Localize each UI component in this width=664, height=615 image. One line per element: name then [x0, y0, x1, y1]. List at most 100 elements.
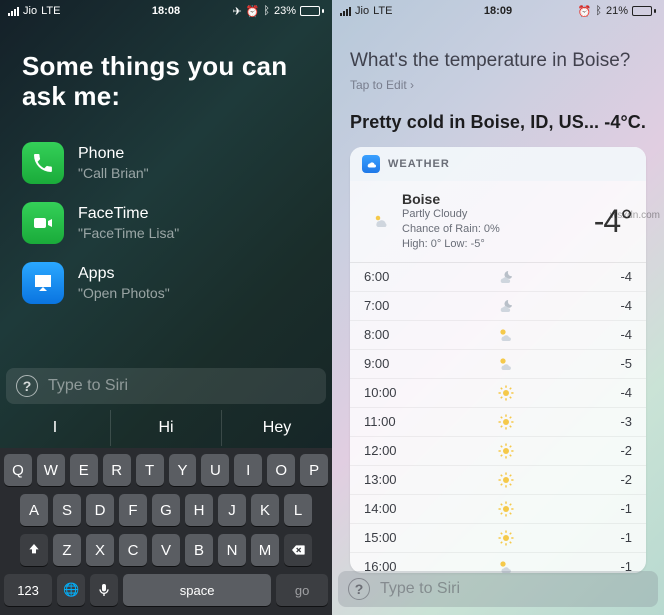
hour-row: 7:00 -4	[350, 291, 646, 320]
watermark: wsxdn.com	[610, 210, 660, 221]
mic-key[interactable]	[90, 574, 118, 606]
status-time: 18:08	[0, 5, 332, 17]
quicktype-suggestion[interactable]: Hi	[110, 410, 221, 446]
quicktype-suggestion[interactable]: Hey	[221, 410, 332, 446]
key-t[interactable]: T	[136, 454, 164, 486]
hour-time: 12:00	[364, 443, 420, 458]
key-l[interactable]: L	[284, 494, 312, 526]
key-u[interactable]: U	[201, 454, 229, 486]
key-f[interactable]: F	[119, 494, 147, 526]
hour-row: 16:00-1	[350, 552, 646, 573]
siri-text-input[interactable]	[48, 377, 316, 395]
quicktype-suggestion[interactable]: I	[0, 410, 110, 446]
hour-temp: -1	[592, 530, 632, 545]
hour-row: 10:00-4	[350, 378, 646, 407]
facetime-icon	[22, 202, 64, 244]
key-w[interactable]: W	[37, 454, 65, 486]
part-sun-icon	[420, 355, 592, 373]
cloud-moon-icon	[420, 297, 592, 315]
hour-temp: -2	[592, 472, 632, 487]
card-app-label: WEATHER	[388, 158, 450, 170]
sun-icon	[420, 529, 592, 547]
key-o[interactable]: O	[267, 454, 295, 486]
hour-temp: -1	[592, 501, 632, 516]
key-d[interactable]: D	[86, 494, 114, 526]
suggestion-item[interactable]: FaceTime "FaceTime Lisa"	[22, 202, 310, 244]
globe-key[interactable]: 🌐	[57, 574, 85, 606]
help-icon[interactable]: ?	[348, 578, 370, 600]
part-sun-icon	[420, 326, 592, 344]
sun-icon	[420, 442, 592, 460]
hour-temp: -4	[592, 269, 632, 284]
weather-app-icon	[362, 155, 380, 173]
cloud-moon-icon	[420, 268, 592, 286]
hour-row: 6:00-4	[350, 263, 646, 291]
shift-key[interactable]	[20, 534, 48, 566]
current-condition-icon	[364, 212, 398, 230]
weather-big-temp: -4°	[594, 203, 632, 240]
key-a[interactable]: A	[20, 494, 48, 526]
siri-query-text[interactable]: What's the temperature in Boise?	[350, 50, 646, 72]
hour-temp: -4	[592, 385, 632, 400]
help-icon[interactable]: ?	[16, 375, 38, 397]
key-h[interactable]: H	[185, 494, 213, 526]
suggestion-item[interactable]: Phone "Call Brian"	[22, 142, 310, 184]
key-e[interactable]: E	[70, 454, 98, 486]
key-m[interactable]: M	[251, 534, 279, 566]
sun-icon	[420, 471, 592, 489]
suggestion-name: Apps	[78, 265, 170, 283]
key-s[interactable]: S	[53, 494, 81, 526]
key-v[interactable]: V	[152, 534, 180, 566]
sun-icon	[420, 384, 592, 402]
key-p[interactable]: P	[300, 454, 328, 486]
tap-to-edit-link[interactable]: Tap to Edit ›	[350, 78, 646, 92]
space-key[interactable]: space	[123, 574, 271, 606]
suggestion-example: "FaceTime Lisa"	[78, 225, 179, 241]
key-x[interactable]: X	[86, 534, 114, 566]
key-n[interactable]: N	[218, 534, 246, 566]
hour-row: 8:00 -4	[350, 320, 646, 349]
suggestion-name: FaceTime	[78, 205, 179, 223]
go-key[interactable]: go	[276, 574, 328, 606]
hour-time: 15:00	[364, 530, 420, 545]
key-q[interactable]: Q	[4, 454, 32, 486]
siri-response-text: Pretty cold in Boise, ID, US... -4°C.	[350, 112, 646, 133]
hour-row: 9:00-5	[350, 349, 646, 378]
siri-phone-right: 18:09 Jio LTE ⏰ ᛒ 21% What's the tempera…	[332, 0, 664, 615]
hour-row: 13:00-2	[350, 465, 646, 494]
status-bar: 18:09 Jio LTE ⏰ ᛒ 21%	[332, 0, 664, 20]
hour-row: 12:00-2	[350, 436, 646, 465]
siri-text-input[interactable]	[380, 580, 648, 598]
suggestion-item[interactable]: Apps"Open Photos"	[22, 262, 310, 304]
key-b[interactable]: B	[185, 534, 213, 566]
hourly-forecast-list[interactable]: 6:00-47:00-48:00-49:00-510:00-411:00-312…	[350, 263, 646, 573]
key-c[interactable]: C	[119, 534, 147, 566]
key-j[interactable]: J	[218, 494, 246, 526]
card-header: WEATHER	[350, 147, 646, 181]
apps-icon	[22, 262, 64, 304]
sun-icon	[420, 413, 592, 431]
key-i[interactable]: I	[234, 454, 262, 486]
weather-condition: Partly Cloudy	[402, 207, 594, 222]
siri-input-bar[interactable]: ?	[6, 368, 326, 404]
hour-time: 8:00	[364, 327, 420, 342]
numbers-key[interactable]: 123	[4, 574, 52, 606]
weather-rain: Chance of Rain: 0%	[402, 222, 594, 237]
key-y[interactable]: Y	[169, 454, 197, 486]
delete-key[interactable]	[284, 534, 312, 566]
key-r[interactable]: R	[103, 454, 131, 486]
hour-time: 11:00	[364, 414, 420, 429]
hour-time: 7:00	[364, 298, 420, 313]
key-g[interactable]: G	[152, 494, 180, 526]
siri-input-bar[interactable]: ?	[338, 571, 658, 607]
weather-city: Boise	[402, 191, 594, 207]
hour-temp: -4	[592, 327, 632, 342]
key-k[interactable]: K	[251, 494, 279, 526]
key-z[interactable]: Z	[53, 534, 81, 566]
suggestion-name: Phone	[78, 145, 149, 163]
hour-temp: -4	[592, 298, 632, 313]
hour-row: 14:00-1	[350, 494, 646, 523]
weather-card[interactable]: WEATHER Boise Partly Cloudy Chance of Ra…	[350, 147, 646, 573]
suggestion-example: "Call Brian"	[78, 165, 149, 181]
hour-row: 11:00-3	[350, 407, 646, 436]
